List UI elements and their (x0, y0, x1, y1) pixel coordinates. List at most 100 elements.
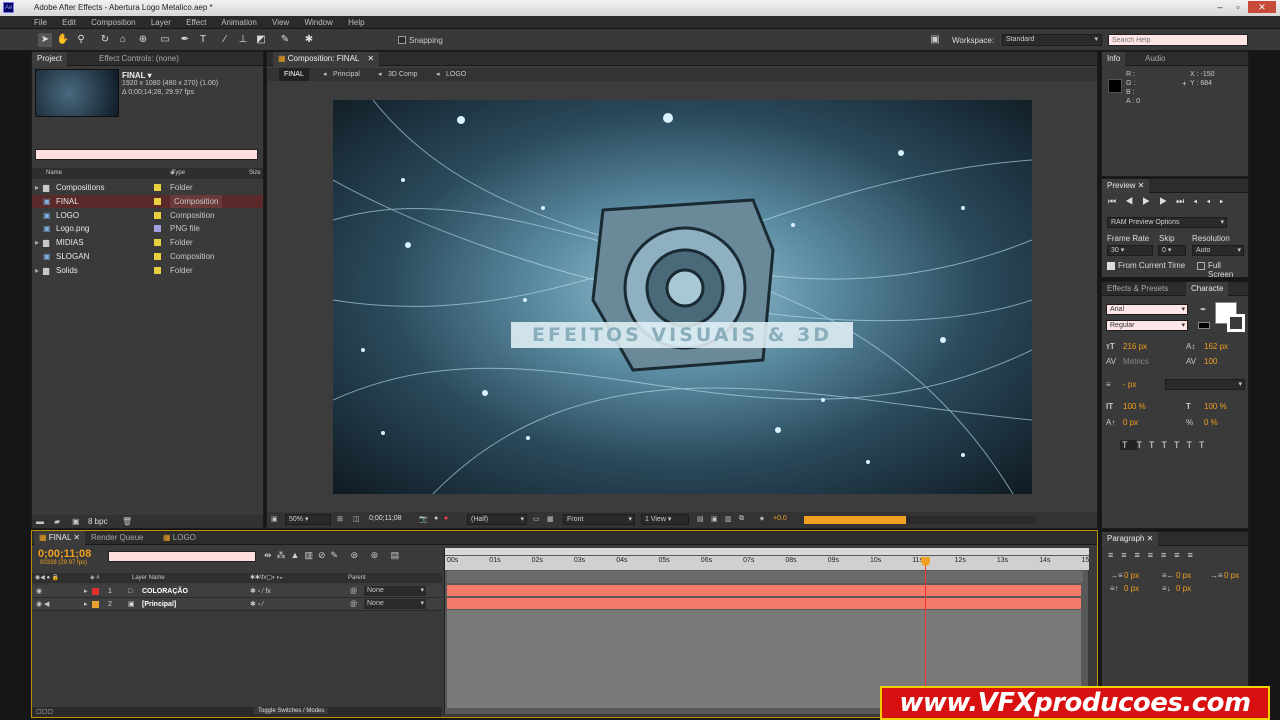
always-preview-icon[interactable]: ▣ (271, 515, 278, 523)
indent-right-value[interactable]: 0 px (1176, 571, 1191, 580)
label-color-swatch[interactable] (154, 266, 161, 274)
clone-tool-icon[interactable]: ⊥ (236, 33, 250, 47)
kerning-value[interactable]: Metrics (1123, 357, 1149, 366)
snapping-checkbox[interactable] (398, 36, 406, 44)
menu-composition[interactable]: Composition (91, 18, 135, 27)
camera-tool-icon[interactable]: ⌂ (116, 33, 130, 47)
menu-effect[interactable]: Effect (186, 18, 206, 27)
timeline-icon[interactable]: ▥ (725, 515, 732, 523)
layer-row[interactable]: ◉ ◀ ▸ 2 ▣ [Principal] ✱ ▫ ⁄ @ None ▾ (32, 598, 442, 611)
exposure-value[interactable]: +0.0 (773, 515, 787, 522)
visibility-icon[interactable]: ◉ (36, 585, 42, 598)
layer-label-swatch[interactable] (92, 588, 99, 595)
workspace-select[interactable]: Standard ▾ (1002, 34, 1102, 46)
layer-name[interactable]: COLORAÇÃO (142, 585, 188, 598)
expand-arrow-icon[interactable]: ▸ (84, 585, 88, 598)
roto-brush-icon[interactable]: ✎ (278, 33, 292, 47)
baseline-shift-value[interactable]: 0 px (1123, 418, 1138, 427)
exposure-icon[interactable]: ✷ (759, 515, 765, 523)
expand-arrow-icon[interactable]: ▸ (35, 264, 39, 277)
pen-tool-icon[interactable]: ✒ (178, 33, 192, 47)
selection-tool-icon[interactable]: ➤ (38, 33, 52, 47)
puppet-tool-icon[interactable]: ✱ (302, 33, 316, 47)
font-style-select[interactable]: Regular ▾ (1106, 320, 1188, 331)
layer-switches[interactable]: ✱ ▫ ⁄ fx (250, 585, 271, 598)
minimize-button[interactable]: – (1212, 1, 1228, 13)
tab-effects-presets[interactable]: Effects & Presets (1102, 282, 1173, 296)
menu-view[interactable]: View (272, 18, 289, 27)
bpc-label[interactable]: 8 bpc (88, 517, 108, 526)
view-select[interactable]: Front ▾ (563, 514, 635, 525)
comp-name[interactable]: FINAL ▾ (122, 71, 152, 80)
resolution-select[interactable]: (Half) ▾ (467, 514, 527, 525)
black-swatch[interactable] (1198, 322, 1210, 329)
interpret-footage-icon[interactable]: ▬ (36, 517, 44, 526)
label-color-swatch[interactable] (154, 184, 161, 191)
stroke-width-value[interactable]: - px (1123, 380, 1136, 389)
breadcrumb-final[interactable]: FINAL (279, 68, 309, 81)
project-item[interactable]: ▣ Logo.png PNG file (32, 222, 263, 235)
tab-render-queue[interactable]: Render Queue (86, 531, 148, 545)
trash-icon[interactable]: 🗑 (122, 517, 132, 526)
breadcrumb-principal[interactable]: Principal (333, 68, 360, 81)
hand-tool-icon[interactable]: ✋ (56, 33, 70, 47)
toggle-switches-button[interactable]: Toggle Switches / Modes (254, 708, 329, 714)
mask-vis-icon[interactable]: ◫ (353, 515, 360, 523)
tab-effect-controls[interactable]: Effect Controls: (none) (94, 52, 184, 66)
search-help-input[interactable] (1108, 34, 1248, 46)
project-item[interactable]: ▸ ▆ MIDIAS Folder (32, 236, 263, 249)
breadcrumb-3dcomp[interactable]: 3D Comp (388, 68, 418, 81)
label-color-swatch[interactable] (154, 253, 161, 260)
tab-preview[interactable]: Preview ✕ (1102, 179, 1150, 193)
label-color-swatch[interactable] (154, 211, 161, 219)
label-color-swatch[interactable] (154, 225, 161, 233)
tab-audio[interactable]: Audio (1140, 52, 1170, 66)
tab-character[interactable]: Characte (1186, 282, 1229, 296)
frame-rate-select[interactable]: 30 ▾ (1107, 245, 1153, 256)
layer-label-swatch[interactable] (92, 601, 99, 608)
menu-layer[interactable]: Layer (151, 18, 171, 27)
eyedropper-icon[interactable]: ✒ (1200, 305, 1207, 314)
rotate-tool-icon[interactable]: ↻ (98, 33, 112, 47)
tab-info[interactable]: Info (1102, 52, 1126, 66)
color-channel-icon[interactable]: ● (444, 515, 448, 522)
footer-icons[interactable]: ▢▢▢ (36, 708, 53, 715)
playback-controls[interactable]: ⏮◀▶▶⏭◂◂▸ (1108, 196, 1248, 208)
tab-timeline-logo[interactable]: ▦ LOGO (158, 531, 201, 545)
expand-arrow-icon[interactable]: ▸ (84, 598, 88, 611)
expand-arrow-icon[interactable]: ▸ (35, 181, 39, 194)
space-before-value[interactable]: 0 px (1124, 584, 1139, 593)
full-screen-checkbox[interactable] (1197, 262, 1205, 270)
close-button[interactable]: ✕ (1248, 1, 1276, 13)
font-size-value[interactable]: 216 px (1123, 342, 1147, 351)
space-after-value[interactable]: 0 px (1176, 584, 1191, 593)
breadcrumb-logo[interactable]: LOGO (446, 68, 466, 81)
layer-bar-coloracao[interactable] (447, 585, 1081, 596)
new-comp-icon[interactable]: ▣ (72, 517, 80, 526)
project-search-input[interactable] (35, 149, 258, 160)
menu-help[interactable]: Help (348, 18, 364, 27)
label-color-swatch[interactable] (154, 197, 161, 205)
safe-zones-icon[interactable]: ⊞ (337, 515, 343, 523)
type-tool-icon[interactable]: T (196, 33, 210, 47)
stroke-color-swatch[interactable] (1227, 314, 1245, 332)
leading-value[interactable]: 162 px (1204, 342, 1228, 351)
menu-edit[interactable]: Edit (62, 18, 76, 27)
project-item[interactable]: ▣ LOGO Composition (32, 209, 263, 222)
zoom-select[interactable]: 50% ▾ (285, 514, 331, 525)
region-of-interest-icon[interactable]: ▭ (533, 515, 540, 523)
faux-style-buttons[interactable]: T TTTTTT (1120, 440, 1248, 450)
timeline-switch-icons[interactable]: ⇹⁂▲▥⊘✎ ⊚ ⊛ ▤ (264, 550, 404, 561)
brush-tool-icon[interactable]: ⁄ (218, 33, 232, 47)
parent-select[interactable]: None ▾ (364, 586, 426, 596)
maximize-button[interactable]: ▫ (1230, 1, 1246, 13)
pickwhip-icon[interactable]: @ (350, 585, 357, 598)
stroke-style-select[interactable]: ▾ (1165, 379, 1245, 390)
alignment-buttons[interactable]: ≡≡≡≡≡≡≡ (1108, 550, 1201, 560)
eraser-tool-icon[interactable]: ◩ (254, 33, 268, 47)
menu-window[interactable]: Window (304, 18, 332, 27)
parent-select[interactable]: None ▾ (364, 599, 426, 609)
views-layout-select[interactable]: 1 View ▾ (641, 514, 689, 525)
layer-row[interactable]: ◉ ▸ 1 □ COLORAÇÃO ✱ ▫ ⁄ fx @ None ▾ (32, 585, 442, 598)
transparency-grid-icon[interactable]: ▦ (547, 515, 554, 523)
